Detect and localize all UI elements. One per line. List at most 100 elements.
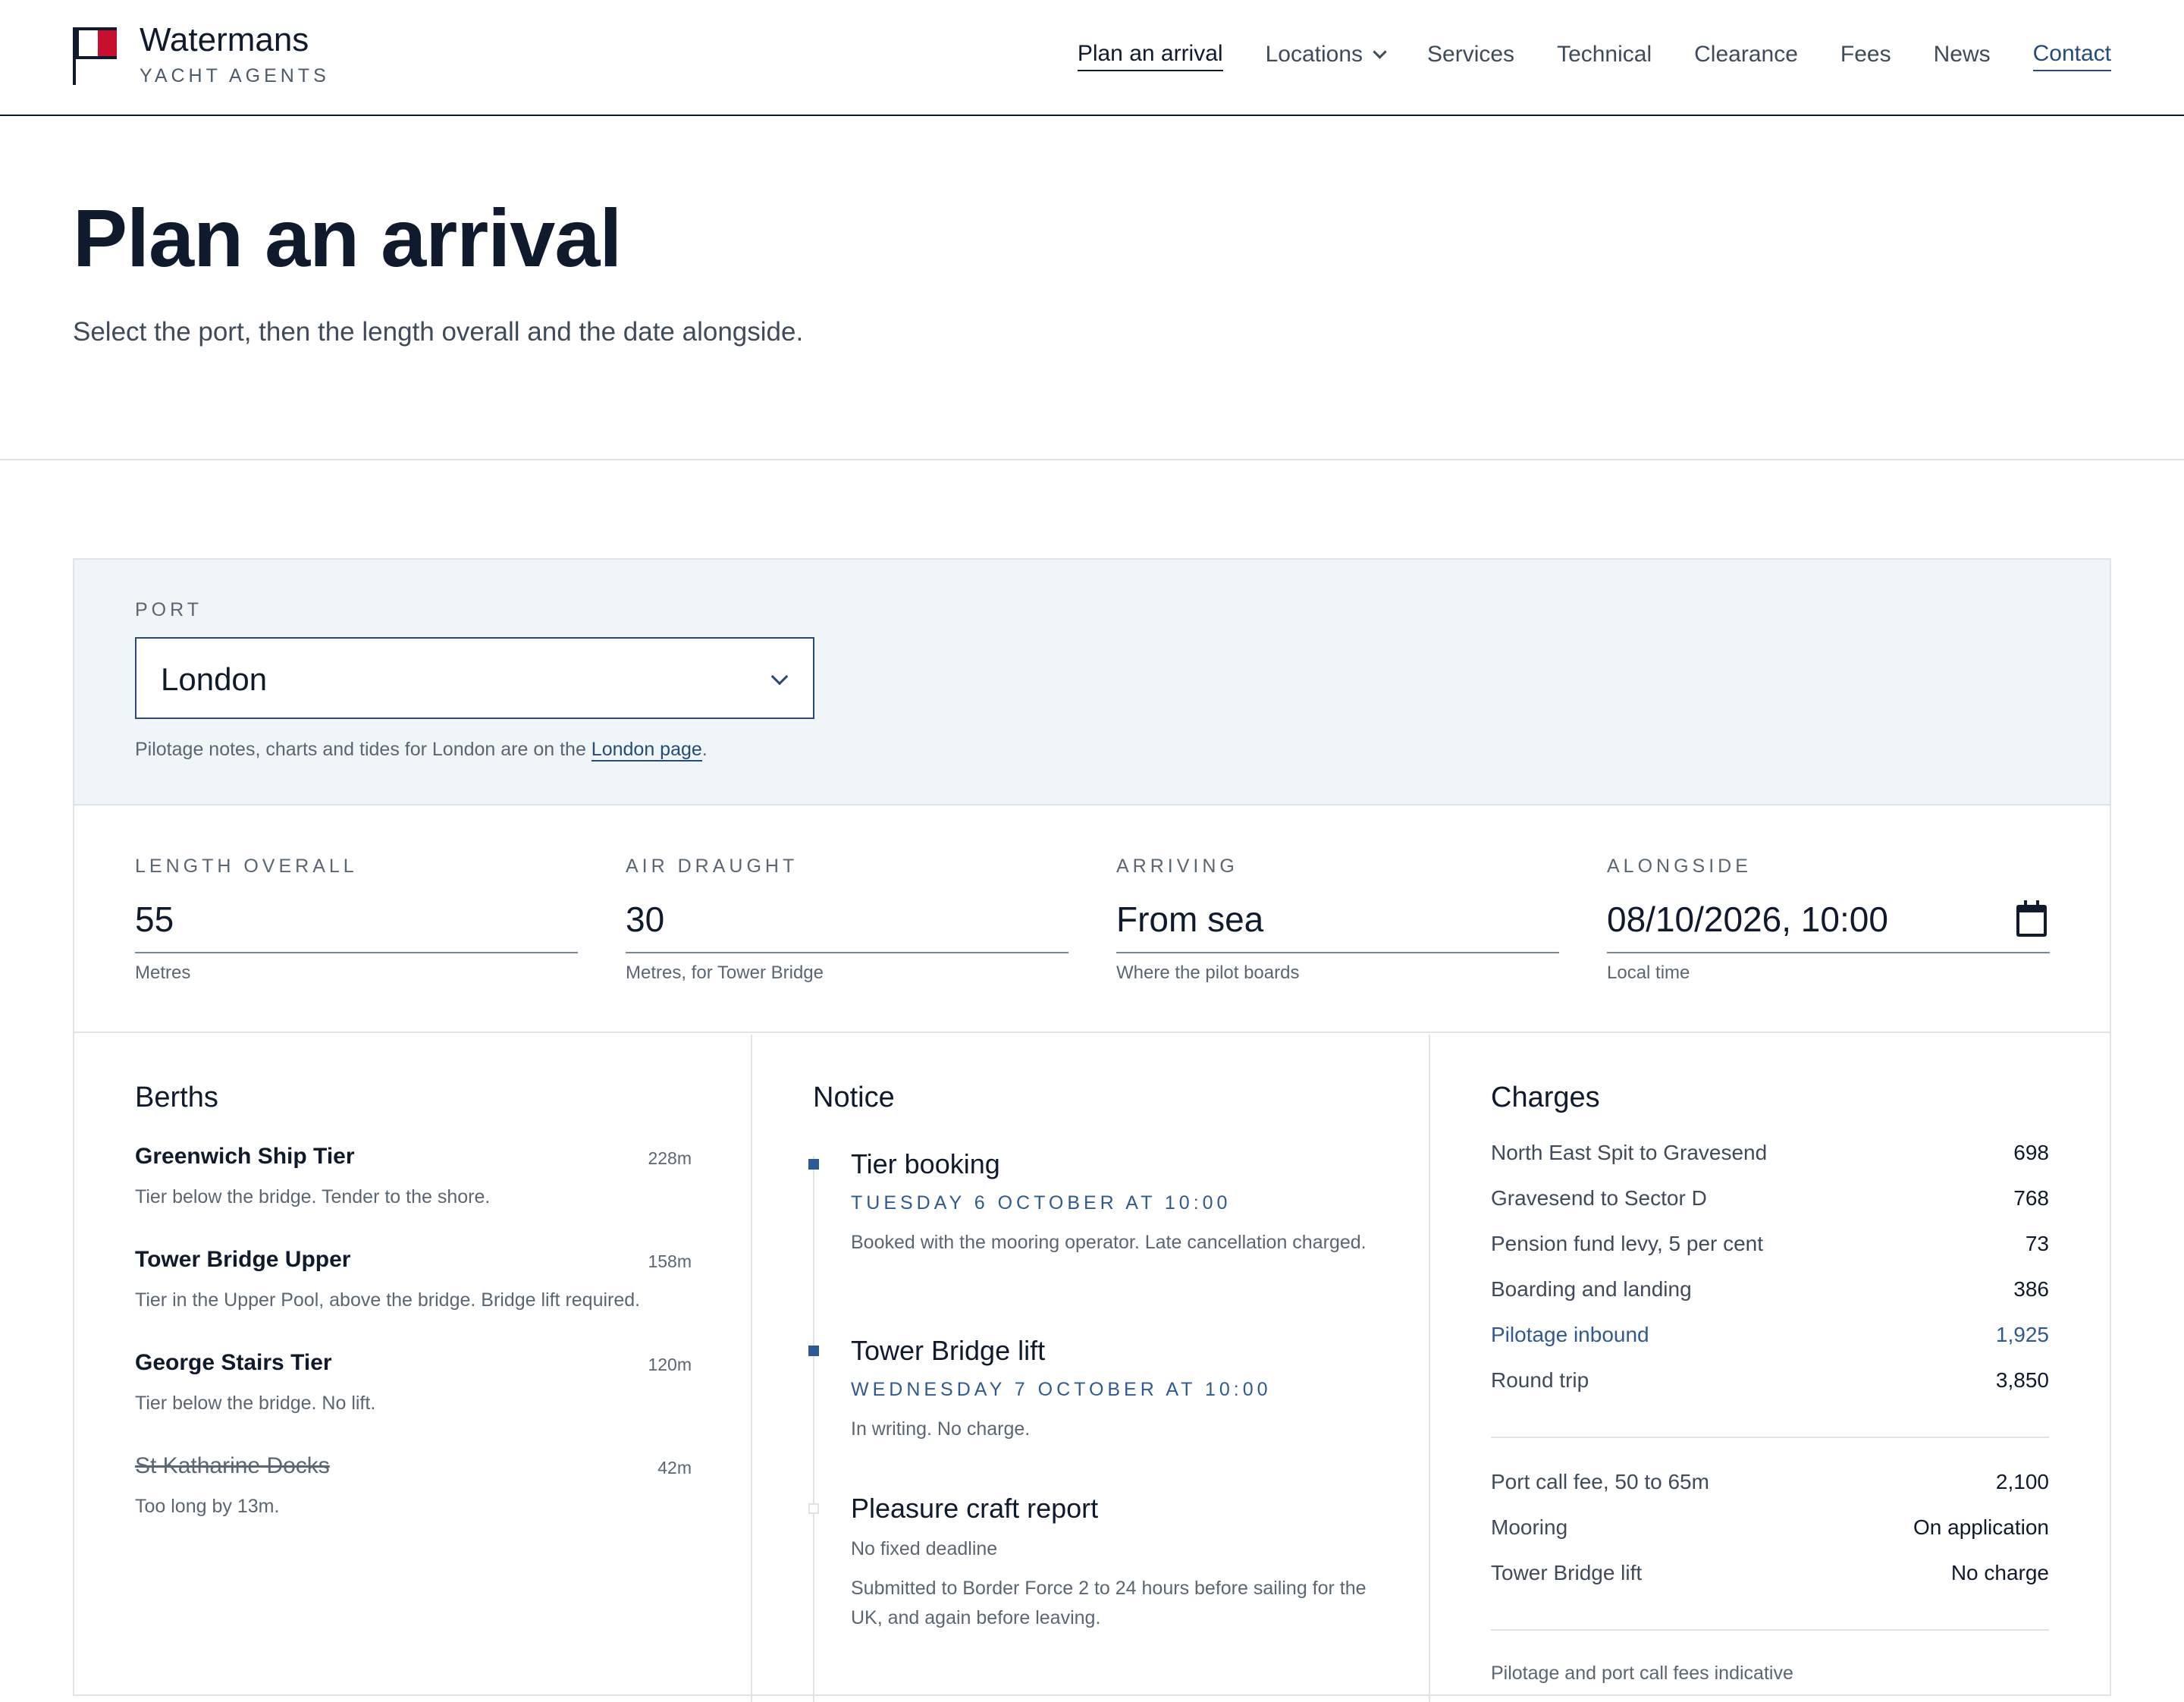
charge-value: 698 [2013,1141,2049,1164]
notice-deadline: No fixed deadline [851,1538,998,1559]
alongside-label: ALONGSIDE [1607,856,1752,877]
voyage-fields: LENGTH OVERALL 55 Metres AIR DRAUGHT 30 … [74,805,2110,1033]
notice-deadline: TUESDAY 6 OCTOBER AT 10:00 [851,1192,1232,1214]
charge-row: Port call fee, 50 to 65m 2,100 [1491,1470,2049,1515]
notice-body: In writing. No charge. [851,1418,1031,1440]
london-page-link[interactable]: London page [591,739,702,762]
charge-value: 2,100 [1995,1470,2049,1493]
charge-value: 386 [2013,1277,2049,1301]
berth-item[interactable]: Greenwich Ship Tier 228m Tier below the … [135,1144,692,1247]
berth-desc: Tier below the bridge. No lift. [135,1393,376,1414]
notice-title: Tower Bridge lift [851,1335,1046,1366]
charge-value: No charge [1950,1561,2049,1584]
nav-services[interactable]: Services [1427,42,1514,71]
notice-panel: Notice Tier booking TUESDAY 6 OCTOBER AT… [752,1035,1430,1702]
berth-length: 228m [648,1148,692,1168]
berths-panel: Berths Greenwich Ship Tier 228m Tier bel… [74,1035,752,1702]
timeline-marker-icon [808,1346,819,1356]
charge-row: Gravesend to Sector D 768 [1491,1186,2049,1232]
page-subtitle: Select the port, then the length overall… [73,317,804,347]
site-header: Watermans YACHT AGENTS Plan an arrival L… [0,0,2184,116]
notice-title: Tier booking [851,1148,1000,1179]
charge-label: Port call fee, 50 to 65m [1491,1470,1709,1493]
port-note-end: . [701,739,708,760]
charge-label: Pilotage inbound [1491,1323,1649,1346]
alongside-hint: Local time [1607,962,1690,983]
berth-name: Greenwich Ship Tier [135,1144,355,1169]
flag-icon [73,27,121,85]
air-draught-input[interactable]: 30 [626,899,1068,953]
hero-divider [0,459,2184,460]
air-draught-label: AIR DRAUGHT [626,856,799,877]
charge-label: Boarding and landing [1491,1277,1692,1301]
charge-row-highlight: Pilotage inbound 1,925 [1491,1323,2049,1368]
berth-desc: Tier below the bridge. Tender to the sho… [135,1186,491,1207]
port-select-value: London [161,661,268,697]
berth-item[interactable]: Tower Bridge Upper 158m Tier in the Uppe… [135,1247,692,1350]
loa-label: LENGTH OVERALL [135,856,358,877]
arrival-planner: PORT London Pilotage notes, charts and t… [73,558,2111,1702]
charge-label: Gravesend to Sector D [1491,1186,1707,1210]
port-note-text: Pilotage notes, charts and tides for Lon… [135,739,592,760]
brand-tagline: YACHT AGENTS [140,65,330,86]
charges-divider [1491,1437,2049,1438]
nav-news[interactable]: News [1934,42,1991,71]
notice-heading: Notice [813,1082,895,1113]
loa-input[interactable]: 55 [135,899,578,953]
chevron-down-icon [1373,44,1387,59]
port-note: Pilotage notes, charts and tides for Lon… [135,739,708,762]
notice-body: Submitted to Border Force 2 to 24 hours … [851,1578,1367,1628]
berth-item[interactable]: George Stairs Tier 120m Tier below the b… [135,1350,692,1453]
arriving-hint: Where the pilot boards [1116,962,1300,983]
notice-timeline: Tier booking TUESDAY 6 OCTOBER AT 10:00 … [808,1148,1374,1702]
alongside-datetime-input[interactable]: 08/10/2026, 10:00 [1607,899,2050,953]
berth-desc: Too long by 13m. [135,1496,280,1517]
charge-row: Pension fund levy, 5 per cent 73 [1491,1232,2049,1277]
hero: Plan an arrival Select the port, then th… [73,197,803,347]
charges-panel: Charges North East Spit to Gravesend 698 … [1430,1035,2111,1702]
arriving-label: ARRIVING [1116,856,1238,877]
calendar-icon[interactable] [2016,900,2047,937]
charge-value: 3,850 [1995,1368,2049,1392]
brand-name: Watermans [140,21,309,58]
nav-clearance[interactable]: Clearance [1694,42,1798,71]
charge-value: 1,925 [1995,1323,2049,1346]
loa-hint: Metres [135,962,191,983]
notice-item: Tier booking TUESDAY 6 OCTOBER AT 10:00 … [808,1148,1374,1335]
berth-name: George Stairs Tier [135,1350,332,1375]
port-select[interactable]: London [135,637,814,719]
charge-value: On application [1913,1515,2049,1539]
charge-row: Boarding and landing 386 [1491,1277,2049,1323]
berth-item-excluded: St Katharine Docks 42m Too long by 13m. [135,1453,692,1556]
charges-table: North East Spit to Gravesend 698 Gravesen… [1491,1141,2049,1685]
berth-desc: Tier in the Upper Pool, above the bridge… [135,1289,641,1311]
nav-fees[interactable]: Fees [1840,42,1891,71]
nav-locations[interactable]: Locations [1265,42,1387,71]
port-label: PORT [135,599,202,620]
alongside-value: 08/10/2026, 10:00 [1607,900,1888,939]
charge-label: Round trip [1491,1368,1589,1392]
notice-title: Pleasure craft report [851,1493,1099,1524]
timeline-marker-icon [808,1159,819,1170]
charge-row: Round trip 3,850 [1491,1368,2049,1414]
charge-label: North East Spit to Gravesend [1491,1141,1768,1164]
berth-name: St Katharine Docks [135,1453,330,1478]
air-draught-field: AIR DRAUGHT 30 Metres, for Tower Bridge [626,856,1068,984]
air-draught-hint: Metres, for Tower Bridge [626,962,824,983]
loa-field: LENGTH OVERALL 55 Metres [135,856,578,984]
nav-plan-an-arrival[interactable]: Plan an arrival [1077,41,1223,71]
charges-footnote: Pilotage and port call fees indicative [1491,1663,1793,1684]
charge-label: Mooring [1491,1515,1568,1539]
charge-label: Tower Bridge lift [1491,1561,1643,1584]
berth-length: 120m [648,1355,692,1374]
port-panel: PORT London Pilotage notes, charts and t… [74,560,2110,805]
notice-item: Pleasure craft report No fixed deadline … [808,1493,1374,1633]
main-nav: Plan an arrival Locations Services Techn… [1077,41,2111,71]
arriving-field: ARRIVING From sea Where the pilot boards [1116,856,1559,984]
page-title: Plan an arrival [73,192,622,284]
berth-name: Tower Bridge Upper [135,1247,351,1272]
nav-technical[interactable]: Technical [1557,42,1652,71]
arriving-input[interactable]: From sea [1116,899,1559,953]
nav-contact[interactable]: Contact [2032,41,2111,71]
nav-locations-label: Locations [1265,42,1363,67]
